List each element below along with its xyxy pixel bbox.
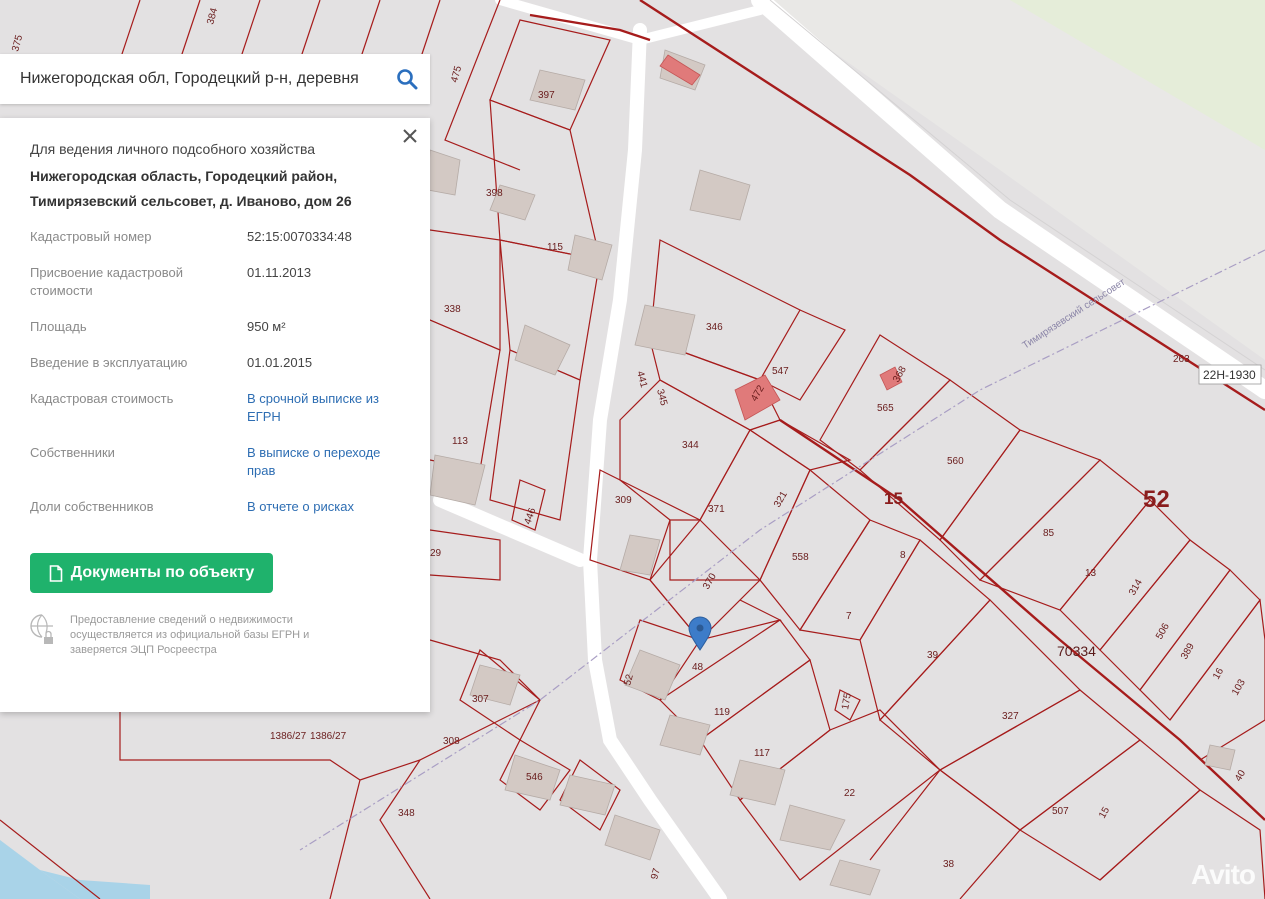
parcel-number-label: 263 — [1173, 354, 1190, 365]
documents-button-label: Документы по объекту — [70, 564, 255, 581]
row-label: Кадастровая стоимость — [30, 391, 174, 406]
district-number-label: 15 — [884, 489, 903, 508]
parcel-number-label: 85 — [1043, 528, 1055, 539]
search-input[interactable]: Нижегородская обл, Городецкий р-н, дерев… — [0, 70, 384, 88]
document-icon — [49, 564, 63, 582]
parcel-number-label: 308 — [443, 736, 460, 747]
block-number-label: 70334 — [1057, 643, 1096, 659]
row-label: Доли собственников — [30, 499, 154, 514]
row-value: 01.01.2015 — [247, 355, 313, 370]
row-value: 950 м² — [247, 319, 286, 334]
parcel-number-label: 29 — [430, 548, 442, 559]
owners-link[interactable]: В выписке о переходе прав — [247, 444, 407, 480]
parcel-number-label: 338 — [444, 304, 461, 315]
owner-shares-link[interactable]: В отчете о рисках — [247, 498, 407, 516]
selected-parcel-label: 48 — [692, 662, 704, 673]
documents-button[interactable]: Документы по объекту — [30, 553, 273, 593]
row-label: Введение в эксплуатацию — [30, 355, 188, 370]
row-value: 01.11.2013 — [247, 265, 312, 280]
parcel-number-label: 7 — [846, 611, 852, 622]
parcel-number-label: 546 — [526, 772, 543, 783]
parcel-number-label: 8 — [900, 550, 906, 561]
parcel-number-label: 398 — [486, 188, 503, 199]
parcel-number-label: 113 — [452, 436, 468, 447]
land-purpose: Для ведения личного подсобного хозяйства — [30, 141, 316, 157]
parcel-number-label: 307 — [472, 694, 489, 705]
parcel-number-label: 117 — [754, 748, 770, 759]
avito-watermark: Avito — [1191, 859, 1256, 890]
cadastral-value-link[interactable]: В срочной выписке из ЕГРН — [247, 390, 407, 426]
parcel-number-label: 1386/27 — [270, 731, 307, 742]
egrn-notice: Предоставление сведений о недвижимости о… — [70, 614, 310, 656]
parcel-number-label: 327 — [1002, 711, 1019, 722]
property-address: Нижегородская область, Городецкий район,… — [30, 168, 352, 209]
parcel-number-label: 119 — [714, 707, 730, 718]
parcel-number-label: 346 — [706, 322, 723, 333]
parcel-number-label: 558 — [792, 552, 809, 563]
close-icon — [403, 129, 417, 143]
parcel-number-label: 22 — [844, 788, 856, 799]
row-label: Площадь — [30, 319, 87, 334]
parcel-number-label: 371 — [708, 504, 725, 515]
row-value: 52:15:0070334:48 — [247, 229, 352, 244]
parcel-number-label: 309 — [615, 495, 632, 506]
parcel-number-label: 560 — [947, 456, 964, 467]
road-code-label: 22Н-1930 — [1203, 368, 1256, 382]
parcel-number-label: 13 — [1085, 568, 1097, 579]
property-info-card: Для ведения личного подсобного хозяйства… — [0, 118, 430, 712]
parcel-number-label: 344 — [682, 440, 699, 451]
parcel-number-label: 115 — [547, 242, 563, 253]
parcel-number-label: 39 — [927, 650, 939, 661]
search-icon — [397, 69, 418, 90]
registry-globe-lock-icon — [30, 614, 53, 644]
parcel-number-label: 397 — [538, 90, 555, 101]
row-label: Собственники — [30, 445, 115, 460]
region-number-label: 52 — [1143, 486, 1170, 513]
parcel-number-label: 38 — [943, 859, 955, 870]
parcel-number-label: 1386/27 — [310, 731, 347, 742]
parcel-number-label: 547 — [772, 366, 789, 377]
parcel-number-label: 348 — [398, 808, 415, 819]
address-search-box[interactable]: Нижегородская обл, Городецкий р-н, дерев… — [0, 54, 430, 104]
row-label: Присвоение кадастровой стоимости — [30, 265, 184, 298]
close-button[interactable] — [400, 126, 420, 146]
search-button[interactable] — [384, 54, 430, 104]
row-label: Кадастровый номер — [30, 229, 152, 244]
parcel-number-label: 507 — [1052, 806, 1069, 817]
parcel-number-label: 565 — [877, 403, 894, 414]
